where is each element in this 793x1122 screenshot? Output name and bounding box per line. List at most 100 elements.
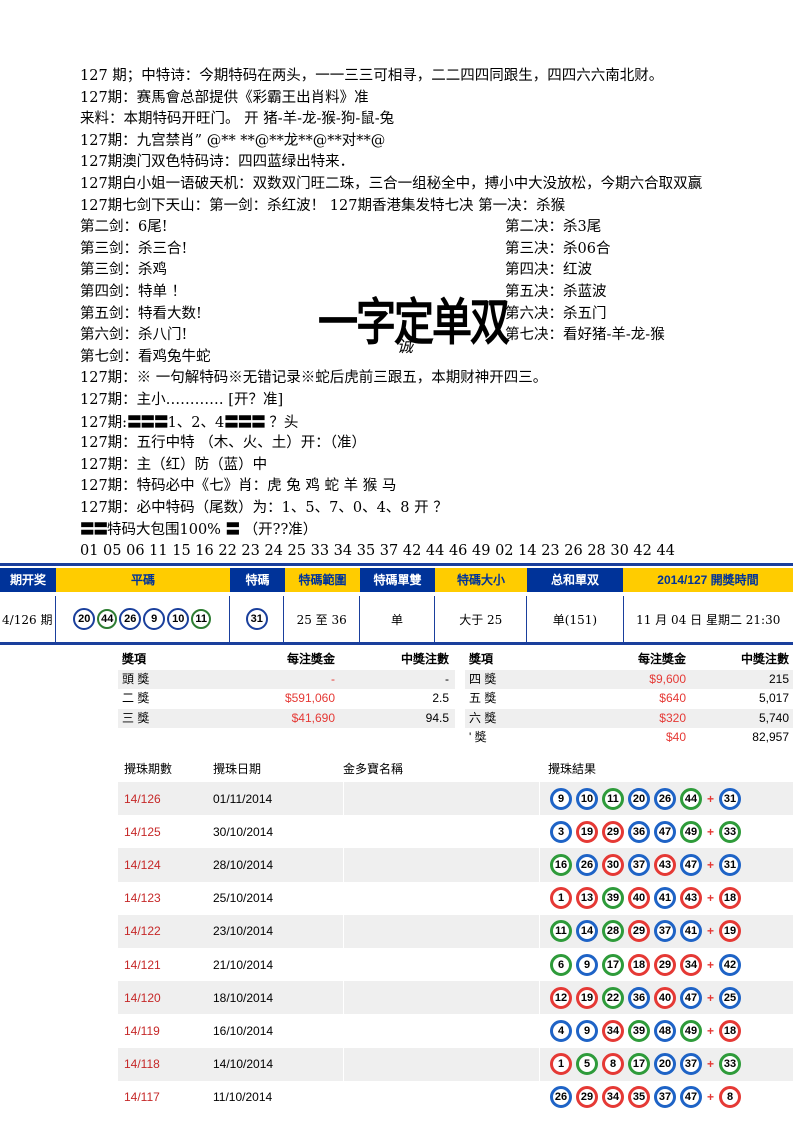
date-cell: 30/10/2014 — [213, 824, 274, 839]
lottery-ball: 26 — [576, 853, 598, 876]
lottery-ball: 17 — [628, 1053, 650, 1076]
period-cell[interactable]: 14/118 — [118, 1057, 213, 1071]
plus-sign: + — [707, 857, 715, 872]
name-cell — [343, 1047, 540, 1081]
lottery-ball: 9 — [576, 953, 598, 976]
lottery-ball: 22 — [602, 986, 624, 1009]
range-cell: 25 至 36 — [284, 596, 360, 642]
lottery-ball: 10 — [576, 787, 598, 810]
lottery-ball: 4 — [550, 1019, 572, 1042]
special-ball: 18 — [719, 1019, 742, 1042]
plus-sign: + — [707, 990, 715, 1005]
lottery-ball: 47 — [680, 853, 702, 876]
ball: 20 — [73, 608, 96, 630]
text-line: 127期：五行中特 （木、火、土）开：（准） — [80, 435, 367, 452]
header-cell: 中獎注數 — [740, 652, 789, 666]
prize-row: 二 獎 $591,060 2.5 — [118, 689, 455, 709]
result-cell: 12 19 22 36 40 47 +25 — [540, 986, 745, 1009]
lottery-ball: 20 — [654, 1053, 676, 1076]
text-line: 127 期；中特诗：今期特码在两头，一一三三可相寻，二二四四同跟生，四四六六南北… — [80, 68, 664, 84]
table-row: 14/126 01/11/2014 9 10 11 20 26 44 +31 — [118, 782, 793, 816]
lottery-ball: 37 — [680, 1053, 702, 1076]
plus-sign: + — [707, 891, 715, 906]
period-cell[interactable]: 14/121 — [118, 958, 213, 972]
text-line: 127期:〓〓〓1、2、4〓〓〓 ？头 — [80, 412, 793, 434]
lottery-ball: 29 — [628, 920, 650, 943]
text-line: 127期：赛馬會总部提供《彩霸王出肖料》准 — [80, 89, 369, 106]
lottery-ball: 30 — [602, 853, 624, 876]
table-row: 14/125 30/10/2014 3 19 29 36 47 49 +33 — [118, 815, 793, 849]
name-cell — [343, 881, 540, 915]
name-cell — [343, 782, 540, 816]
result-cell: 1 13 39 40 41 43 +18 — [540, 887, 745, 910]
period-cell[interactable]: 14/125 — [118, 825, 213, 839]
text-line: 127期：※ 一句解特码※无错记录※蛇后虎前三跟五，本期财神开四三。 — [80, 370, 548, 387]
header-cell: 平碼 — [56, 568, 230, 592]
special-ball: 31 — [719, 787, 742, 810]
prize-name: 四 獎 — [469, 671, 497, 686]
table-row: 14/124 28/10/2014 16 26 30 37 43 47 +31 — [118, 848, 793, 882]
date-cell: 14/10/2014 — [213, 1057, 274, 1072]
bar-glyphs: 〓 — [225, 521, 240, 539]
history-header: 攪珠期數 攪珠日期 金多寶名稱 攪珠結果 — [118, 756, 793, 782]
prize-name: ' 獎 — [469, 730, 487, 744]
name-cell — [343, 815, 540, 849]
table-row: 14/119 16/10/2014 4 9 34 39 48 49 +18 — [118, 1014, 793, 1048]
prize-amount: $640 — [659, 691, 686, 705]
plus-sign: + — [707, 957, 715, 972]
text-span: （开??准） — [239, 522, 318, 539]
header-cell: 总和單双 — [527, 568, 623, 592]
special-ball: 8 — [719, 1086, 742, 1109]
date-cell: 18/10/2014 — [213, 990, 274, 1005]
ball: 26 — [119, 608, 142, 630]
period-cell[interactable]: 14/123 — [118, 891, 213, 905]
period-cell[interactable]: 14/126 — [118, 792, 213, 806]
period-cell[interactable]: 14/119 — [118, 1024, 213, 1038]
lottery-ball: 11 — [550, 920, 572, 943]
lottery-ball: 14 — [576, 920, 598, 943]
result-cell: 11 14 28 29 37 41 +19 — [540, 920, 745, 943]
plus-sign: + — [707, 1090, 715, 1105]
name-cell — [343, 914, 540, 948]
period-cell: 4/126 期 — [0, 596, 56, 642]
decision-text: 第五决：杀蓝波 — [505, 283, 607, 300]
prize-header: 獎項 每注獎金 中獎注數 — [465, 650, 793, 670]
prize-name: 二 獎 — [122, 691, 150, 705]
date-cell: 21/10/2014 — [213, 957, 274, 972]
pair-line: 第三剑：杀三合! 第三决：杀06合 — [80, 239, 793, 261]
lottery-ball: 26 — [654, 787, 676, 810]
special-ball: 19 — [719, 920, 742, 943]
lottery-ball: 1 — [550, 887, 572, 910]
special-cell: 31 — [230, 596, 285, 642]
result-header: 期开奖 平碼 特碼 特碼範圍 特碼單雙 特碼大小 总和單双 2014/127 開… — [0, 568, 793, 592]
prize-amount: $320 — [659, 710, 686, 725]
lottery-ball: 17 — [602, 953, 624, 976]
prize-header: 獎項 每注獎金 中獎注數 — [118, 650, 455, 670]
time-cell: 11 月 04 日 星期二 21:30 — [636, 612, 781, 627]
lottery-ball: 37 — [654, 920, 676, 943]
lottery-ball: 19 — [576, 986, 598, 1009]
table-row: 14/121 21/10/2014 6 9 17 18 29 34 +42 — [118, 947, 793, 982]
prize-count: - — [445, 671, 449, 686]
normal-balls: 20 44 26 9 10 11 — [56, 596, 230, 642]
result-cell: 6 9 17 18 29 34 +42 — [540, 953, 745, 976]
odd-even-cell: 单 — [360, 596, 436, 642]
period-cell[interactable]: 14/124 — [118, 858, 213, 872]
pair-line: 第三剑：杀鸡 第四决：红波 — [80, 260, 793, 282]
lottery-ball: 9 — [550, 787, 572, 810]
lottery-ball: 26 — [550, 1086, 572, 1109]
period-cell[interactable]: 14/120 — [118, 991, 213, 1005]
plus-sign: + — [707, 1023, 715, 1038]
prize-amount: $9,600 — [649, 671, 686, 686]
plus-sign: + — [707, 924, 715, 939]
prize-count: 5,740 — [758, 710, 789, 725]
prize-count: 5,017 — [758, 691, 789, 705]
prize-row: 四 獎 $9,600 215 — [465, 669, 793, 689]
lottery-ball: 8 — [602, 1053, 624, 1076]
period-cell[interactable]: 14/117 — [118, 1090, 213, 1104]
decision-text: 第七决：看好猪-羊-龙-猴 — [505, 327, 665, 344]
name-cell — [343, 947, 540, 982]
name-cell — [343, 1080, 540, 1114]
table-row: 14/122 23/10/2014 11 14 28 29 37 41 +19 — [118, 914, 793, 948]
period-cell[interactable]: 14/122 — [118, 924, 213, 938]
